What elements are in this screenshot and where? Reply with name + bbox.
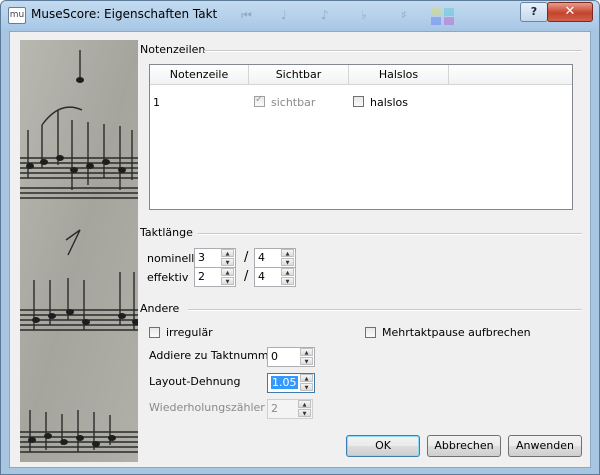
add-to-number-spinbox[interactable]: 0 ▲▼ bbox=[267, 347, 315, 367]
actual-numerator-spinbox[interactable]: 2 ▲▼ bbox=[194, 267, 236, 287]
score-sketch-icon bbox=[20, 40, 138, 462]
spin-down-icon[interactable]: ▼ bbox=[221, 277, 234, 285]
spin-down-icon[interactable]: ▼ bbox=[281, 277, 294, 285]
irregular-label: irregulär bbox=[166, 326, 213, 339]
spin-down-icon[interactable]: ▼ bbox=[281, 258, 294, 266]
spin-up-icon[interactable]: ▲ bbox=[221, 249, 234, 257]
repeat-count-spinbox: 2 ▲▼ bbox=[267, 399, 313, 419]
actual-separator: / bbox=[244, 269, 248, 284]
length-group-divider bbox=[198, 233, 582, 235]
irregular-checkbox[interactable] bbox=[149, 327, 160, 338]
spin-down-icon[interactable]: ▼ bbox=[221, 258, 234, 266]
spin-up-icon[interactable]: ▲ bbox=[300, 374, 313, 382]
nominal-numerator-spinbox[interactable]: 3 ▲▼ bbox=[194, 248, 236, 268]
actual-denominator-value: 4 bbox=[258, 270, 265, 283]
staves-group-title: Notenzeilen bbox=[140, 43, 205, 56]
spin-down-icon[interactable]: ▼ bbox=[300, 357, 313, 365]
spin-up-icon[interactable]: ▲ bbox=[281, 249, 294, 257]
background-toolbar-ghost: ⏮♩♪♭♯ bbox=[241, 5, 471, 25]
column-header-stemless[interactable]: Halslos bbox=[349, 65, 449, 85]
nominal-denominator-value: 4 bbox=[258, 251, 265, 264]
visible-label: sichtbar bbox=[271, 96, 315, 109]
staves-group-divider bbox=[204, 50, 582, 52]
ok-button[interactable]: OK bbox=[346, 435, 420, 457]
cancel-button[interactable]: Abbrechen bbox=[427, 435, 501, 457]
dialog-body: Notenzeilen Notenzeile Sichtbar Halslos … bbox=[9, 31, 591, 468]
stemless-checkbox[interactable] bbox=[353, 96, 364, 107]
score-decoration-image bbox=[20, 40, 138, 462]
spin-up-icon[interactable]: ▲ bbox=[221, 268, 234, 276]
break-mmrest-label: Mehrtaktpause aufbrechen bbox=[382, 326, 531, 339]
layout-stretch-value: 1.05 bbox=[271, 376, 298, 389]
spin-up-icon: ▲ bbox=[298, 400, 311, 408]
spin-up-icon[interactable]: ▲ bbox=[300, 348, 313, 356]
title-bar: mu MuseScore: Eigenschaften Takt ⏮♩♪♭♯ ?… bbox=[1, 1, 599, 29]
musescore-app-icon: mu bbox=[8, 7, 26, 24]
staff-number: 1 bbox=[153, 96, 160, 109]
layout-stretch-spinbox[interactable]: 1.05 ▲▼ bbox=[267, 373, 315, 393]
column-header-visible[interactable]: Sichtbar bbox=[249, 65, 349, 85]
column-header-staff[interactable]: Notenzeile bbox=[150, 65, 249, 85]
dialog-window: mu MuseScore: Eigenschaften Takt ⏮♩♪♭♯ ?… bbox=[0, 0, 600, 475]
column-header-filler bbox=[449, 65, 572, 85]
nominal-denominator-spinbox[interactable]: 4 ▲▼ bbox=[254, 248, 296, 268]
break-mmrest-checkbox[interactable] bbox=[365, 327, 376, 338]
stemless-label: halslos bbox=[370, 96, 408, 109]
add-to-number-value: 0 bbox=[271, 350, 278, 363]
spin-down-icon[interactable]: ▼ bbox=[300, 383, 313, 391]
length-group-title: Taktlänge bbox=[140, 226, 193, 239]
visible-checkbox[interactable] bbox=[254, 96, 265, 107]
actual-numerator-value: 2 bbox=[198, 270, 205, 283]
other-group-divider bbox=[188, 309, 582, 311]
window-title: MuseScore: Eigenschaften Takt bbox=[31, 7, 217, 21]
layout-stretch-label: Layout-Dehnung bbox=[149, 375, 240, 388]
repeat-count-value: 2 bbox=[271, 402, 278, 415]
other-group-title: Andere bbox=[140, 302, 179, 315]
actual-label: effektiv bbox=[147, 271, 188, 284]
spin-up-icon[interactable]: ▲ bbox=[281, 268, 294, 276]
help-button[interactable]: ? bbox=[520, 2, 548, 22]
close-button[interactable]: ✕ bbox=[547, 2, 593, 22]
actual-denominator-spinbox[interactable]: 4 ▲▼ bbox=[254, 267, 296, 287]
nominal-numerator-value: 3 bbox=[198, 251, 205, 264]
add-to-number-label: Addiere zu Taktnummer bbox=[149, 349, 280, 362]
repeat-count-label: Wiederholungszähler bbox=[149, 401, 265, 414]
nominal-separator: / bbox=[244, 250, 248, 265]
apply-button[interactable]: Anwenden bbox=[508, 435, 582, 457]
staves-table: Notenzeile Sichtbar Halslos 1 sichtbar h… bbox=[149, 64, 573, 210]
nominal-label: nominell bbox=[147, 252, 194, 265]
spin-down-icon: ▼ bbox=[298, 409, 311, 417]
